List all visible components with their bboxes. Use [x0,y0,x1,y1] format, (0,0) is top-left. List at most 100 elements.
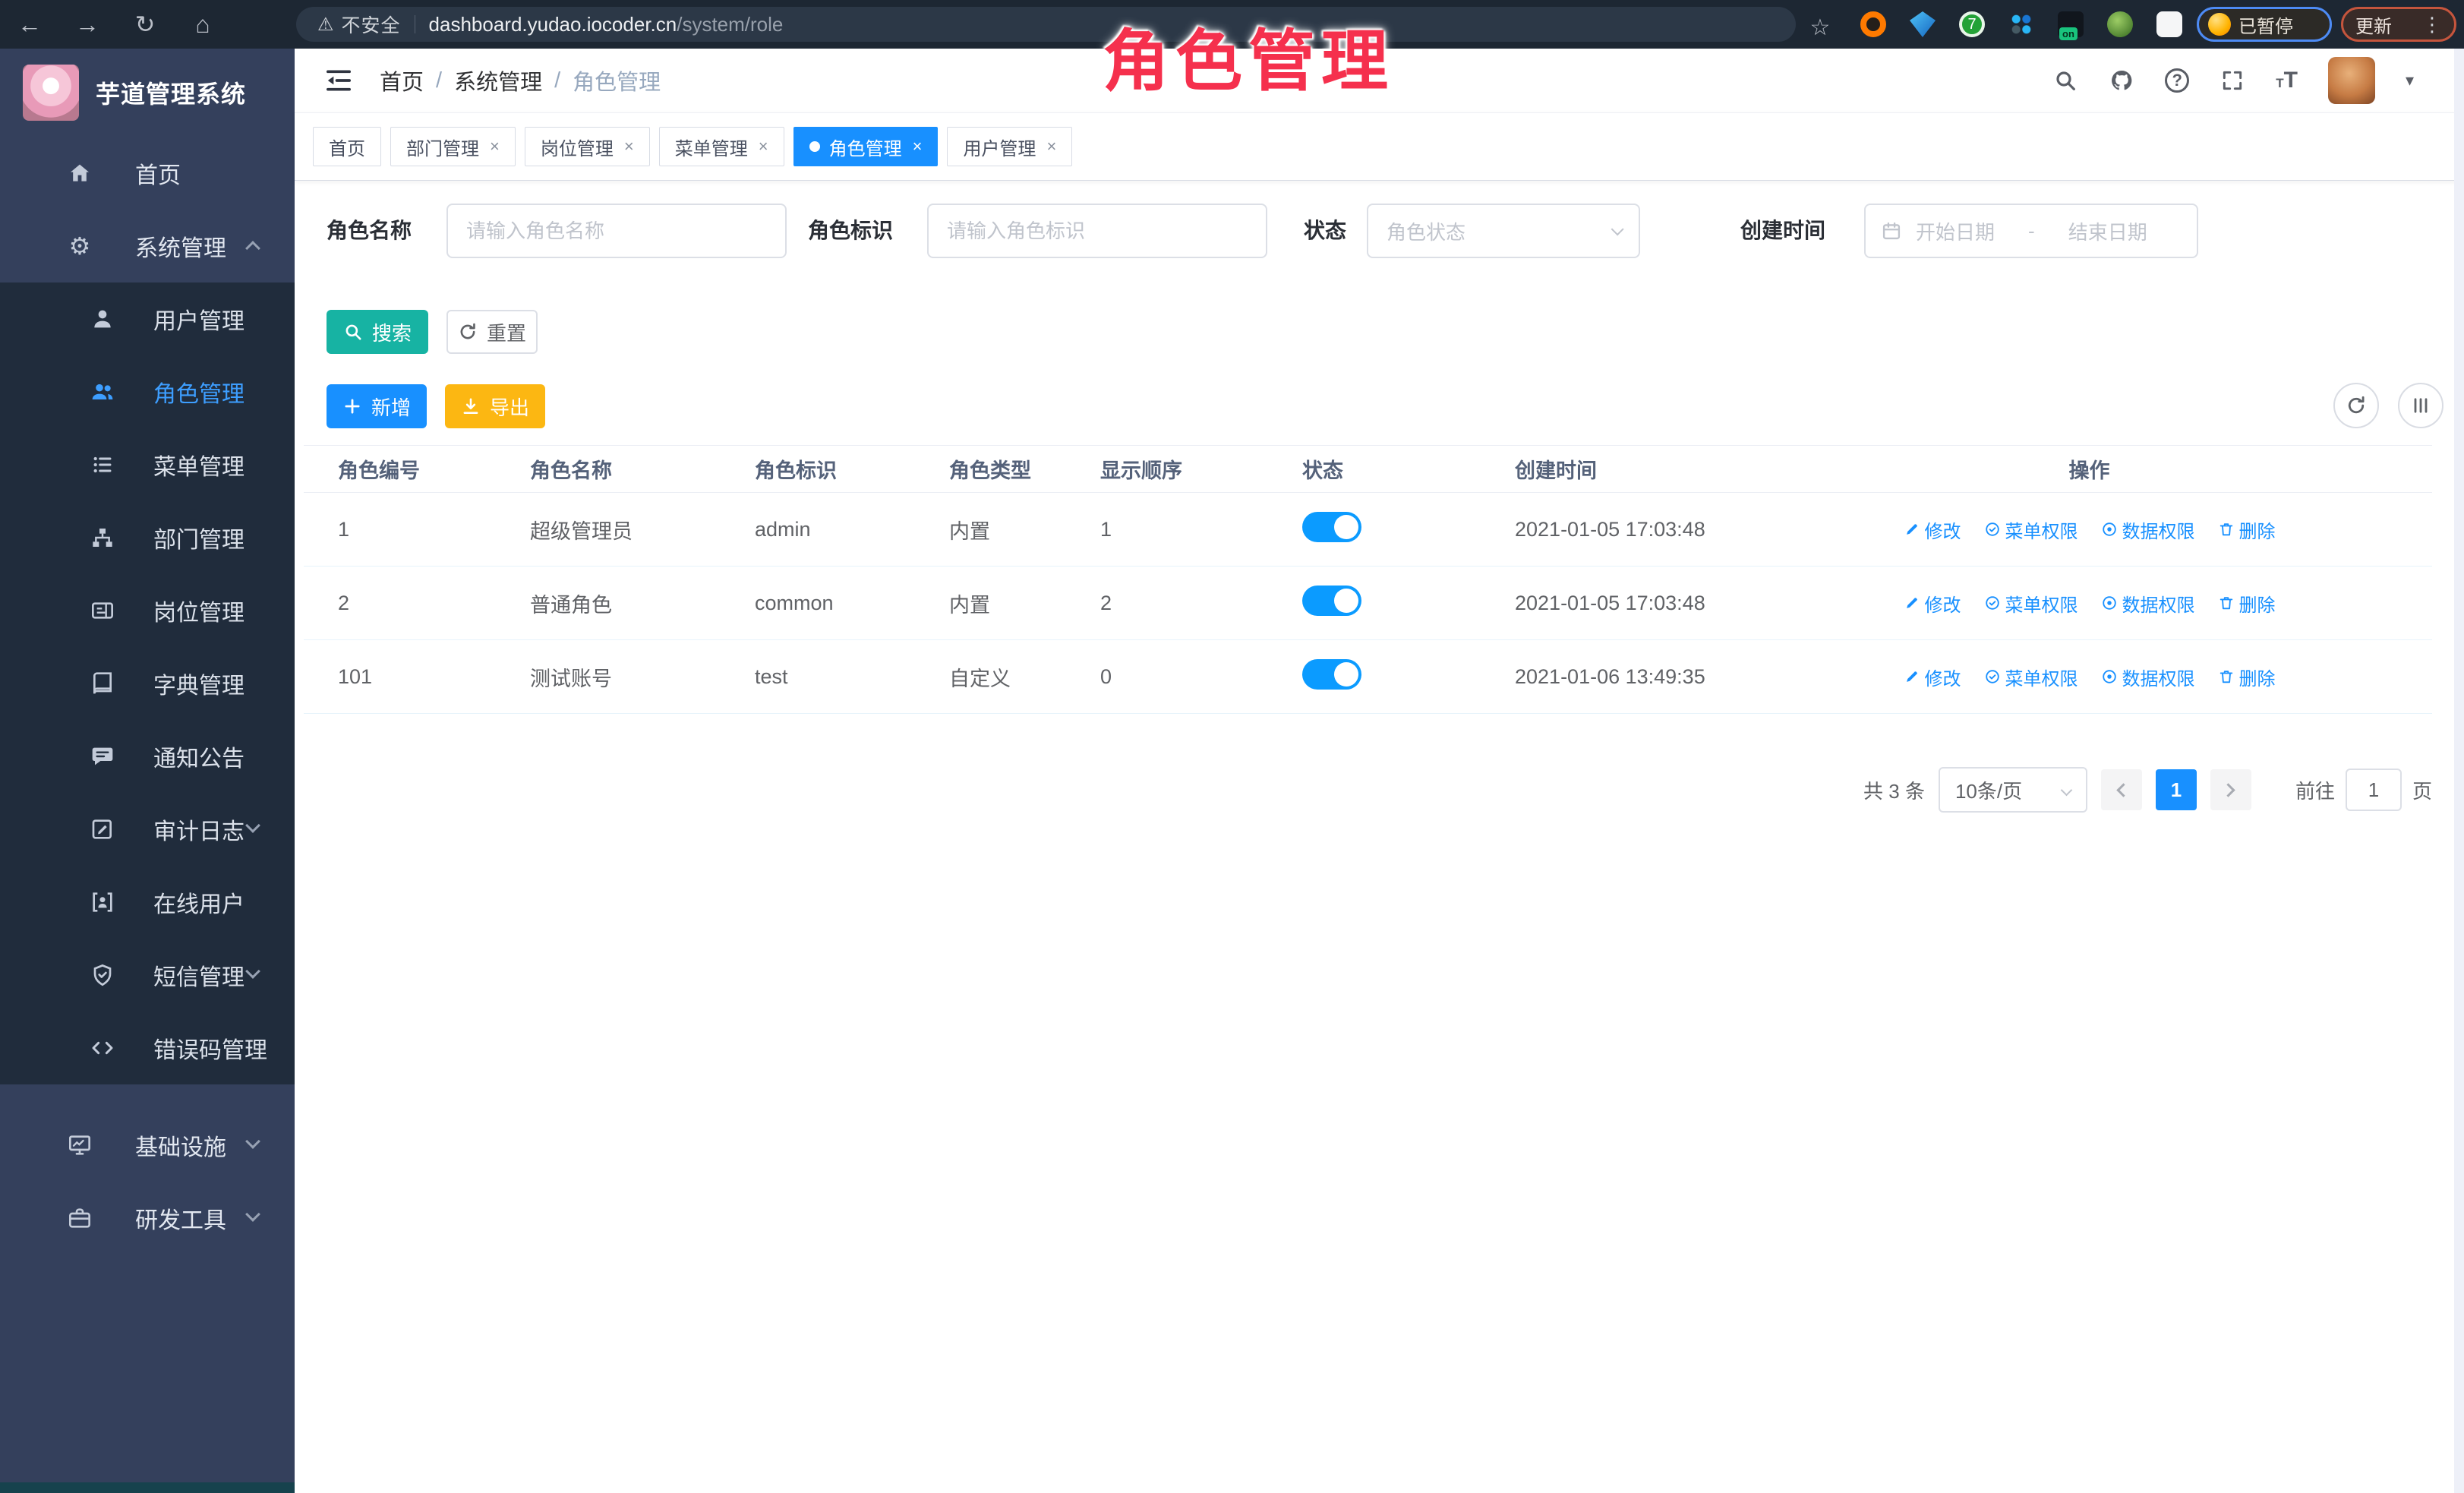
status-toggle[interactable] [1302,512,1361,542]
caret-down-icon[interactable]: ▾ [2406,71,2414,90]
extension-icon-gem[interactable] [1910,11,1936,37]
prev-page-button[interactable] [2101,769,2142,810]
extensions-puzzle-icon[interactable] [2156,11,2182,37]
profile-paused-chip[interactable]: 已暂停 [2197,7,2332,42]
sidebar-item-label: 用户管理 [153,302,245,336]
chevron-down-icon [2061,784,2073,796]
data-permission-action[interactable]: 数据权限 [2101,664,2195,690]
refresh-icon [458,322,478,342]
tab-home[interactable]: 首页 [313,127,381,166]
sidebar-item-home[interactable]: 首页 [0,137,295,210]
action-label: 菜单权限 [2005,590,2078,617]
add-button[interactable]: 新增 [327,384,427,428]
extension-icon-green[interactable]: 7 [1959,11,1985,37]
next-page-button[interactable] [2210,769,2251,810]
sidebar-item-system[interactable]: ⚙ 系统管理 [0,210,295,283]
tab-roles[interactable]: 角色管理× [793,127,939,166]
close-icon[interactable]: × [624,137,634,156]
menu-permission-action[interactable]: 菜单权限 [1984,664,2078,690]
sidebar-item-roles[interactable]: 角色管理 [0,355,295,428]
sidebar-item-sms[interactable]: 短信管理 [0,939,295,1012]
sidebar-item-dev-tools[interactable]: 研发工具 [0,1182,295,1255]
sidebar-item-label: 首页 [135,156,181,190]
url-host: dashboard.yudao.iocoder.cn [429,13,677,36]
app-logo[interactable]: 芋道管理系统 [0,49,295,137]
menu-permission-action[interactable]: 菜单权限 [1984,590,2078,617]
sidebar-item-dict[interactable]: 字典管理 [0,647,295,720]
sidebar-item-menus[interactable]: 菜单管理 [0,428,295,501]
data-permission-action[interactable]: 数据权限 [2101,590,2195,617]
refresh-list-button[interactable] [2333,383,2379,428]
browser-reload-button[interactable]: ↻ [126,6,164,43]
browser-update-button[interactable]: 更新 ⋮ [2341,7,2456,42]
edit-action[interactable]: 修改 [1904,590,1961,617]
extension-icon-monkey[interactable] [2107,11,2133,37]
search-icon[interactable] [2052,68,2078,93]
export-button[interactable]: 导出 [445,384,545,428]
github-icon[interactable] [2109,68,2134,93]
extension-on-badge: on [2059,27,2078,40]
cell-role-id: 101 [304,640,494,714]
sidebar-item-infrastructure[interactable]: 基础设施 [0,1109,295,1182]
goto-page-input[interactable] [2346,769,2402,811]
address-bar[interactable]: ⚠ 不安全 dashboard.yudao.iocoder.cn/system/… [296,7,1796,42]
breadcrumb-home[interactable]: 首页 [380,65,424,96]
sidebar-bottom-strip [0,1482,295,1493]
reset-button[interactable]: 重置 [446,310,538,354]
tab-posts[interactable]: 岗位管理× [525,127,650,166]
close-icon[interactable]: × [1046,137,1056,156]
trash-icon [2218,668,2235,685]
browser-forward-button[interactable]: → [68,6,106,43]
bookmark-star-icon[interactable]: ☆ [1801,9,1839,46]
role-name-input[interactable] [446,204,787,258]
role-key-input[interactable] [927,204,1267,258]
menu-permission-action[interactable]: 菜单权限 [1984,516,2078,543]
extension-icon-dark[interactable]: on [2058,11,2084,37]
status-select[interactable]: 角色状态 [1367,204,1640,258]
browser-home-button[interactable]: ⌂ [184,6,222,43]
sidebar-item-users[interactable]: 用户管理 [0,283,295,355]
scrollbar[interactable] [2454,49,2464,1493]
sidebar-item-audit-log[interactable]: 审计日志 [0,793,295,866]
close-icon[interactable]: × [490,137,500,156]
close-icon[interactable]: × [759,137,768,156]
circle-dot-icon [2101,595,2118,611]
security-warning-icon: ⚠ [317,14,334,36]
docs-help-icon[interactable]: ? [2165,68,2189,93]
sidebar-item-departments[interactable]: 部门管理 [0,501,295,574]
search-button[interactable]: 搜索 [327,310,428,354]
edit-action[interactable]: 修改 [1904,664,1961,690]
delete-action[interactable]: 删除 [2218,516,2276,543]
create-time-range-picker[interactable]: 开始日期 - 结束日期 [1864,204,2198,258]
tab-users[interactable]: 用户管理× [947,127,1072,166]
browser-back-button[interactable]: ← [11,6,49,43]
delete-action[interactable]: 删除 [2218,664,2276,690]
breadcrumb-system[interactable]: 系统管理 [454,65,542,96]
table-header-row: 角色编号 角色名称 角色标识 角色类型 显示顺序 状态 创建时间 操作 [304,446,2432,493]
edit-log-icon [90,816,115,842]
delete-action[interactable]: 删除 [2218,590,2276,617]
fullscreen-icon[interactable] [2219,68,2245,93]
filter-label-status: 状态 [1304,204,1346,258]
browser-menu-icon[interactable]: ⋮ [2422,13,2442,36]
close-icon[interactable]: × [913,137,923,156]
user-avatar[interactable] [2328,57,2375,104]
sidebar-collapse-icon[interactable] [323,65,354,96]
tab-departments[interactable]: 部门管理× [390,127,516,166]
id-card-icon [90,598,115,623]
status-toggle[interactable] [1302,586,1361,616]
sidebar-item-notice[interactable]: 通知公告 [0,720,295,793]
edit-action[interactable]: 修改 [1904,516,1961,543]
column-settings-button[interactable] [2398,383,2443,428]
extension-icon-orange[interactable] [1860,11,1886,37]
data-permission-action[interactable]: 数据权限 [2101,516,2195,543]
sidebar-item-error-codes[interactable]: 错误码管理 [0,1012,295,1084]
extension-icon-dots[interactable] [2008,11,2034,37]
sidebar-item-posts[interactable]: 岗位管理 [0,574,295,647]
status-toggle[interactable] [1302,659,1361,690]
page-size-select[interactable]: 10条/页 [1939,767,2087,813]
font-size-icon[interactable]: TT [2276,69,2298,92]
sidebar-item-online-users[interactable]: 在线用户 [0,866,295,939]
current-page-button[interactable]: 1 [2156,769,2197,810]
tab-menus[interactable]: 菜单管理× [659,127,784,166]
